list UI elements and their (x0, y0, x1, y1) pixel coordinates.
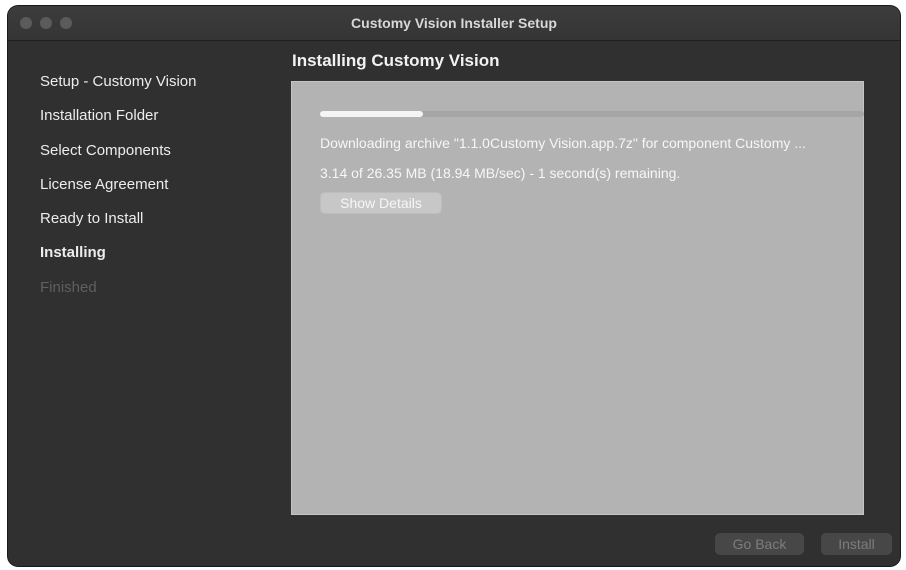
sidebar-item-ready-to-install: Ready to Install (40, 210, 144, 228)
download-progress-text: 3.14 of 26.35 MB (18.94 MB/sec) - 1 seco… (320, 165, 681, 181)
page-title: Installing Customy Vision (292, 51, 500, 70)
window-title: Customy Vision Installer Setup (351, 15, 557, 31)
sidebar-item-installing: Installing (40, 244, 106, 262)
sidebar-item-select-components: Select Components (40, 141, 171, 159)
progress-bar (320, 111, 864, 117)
sidebar-item-finished: Finished (40, 278, 97, 296)
install-button[interactable]: Install (821, 533, 892, 555)
sidebar-item-license-agreement: License Agreement (40, 175, 169, 193)
steps-sidebar: Setup - Customy Vision Installation Fold… (40, 72, 260, 312)
progress-bar-fill (320, 111, 424, 117)
go-back-button[interactable]: Go Back (715, 533, 804, 555)
title-bar[interactable]: Customy Vision Installer Setup (8, 6, 900, 41)
sidebar-item-setup: Setup - Customy Vision (40, 73, 197, 90)
install-progress-panel: Downloading archive "1.1.0Customy Vision… (291, 81, 864, 515)
show-details-button[interactable]: Show Details (320, 192, 442, 214)
download-status-text: Downloading archive "1.1.0Customy Vision… (320, 135, 806, 151)
installer-window: Customy Vision Installer Setup Setup - C… (8, 6, 900, 566)
sidebar-item-installation-folder: Installation Folder (40, 107, 159, 125)
